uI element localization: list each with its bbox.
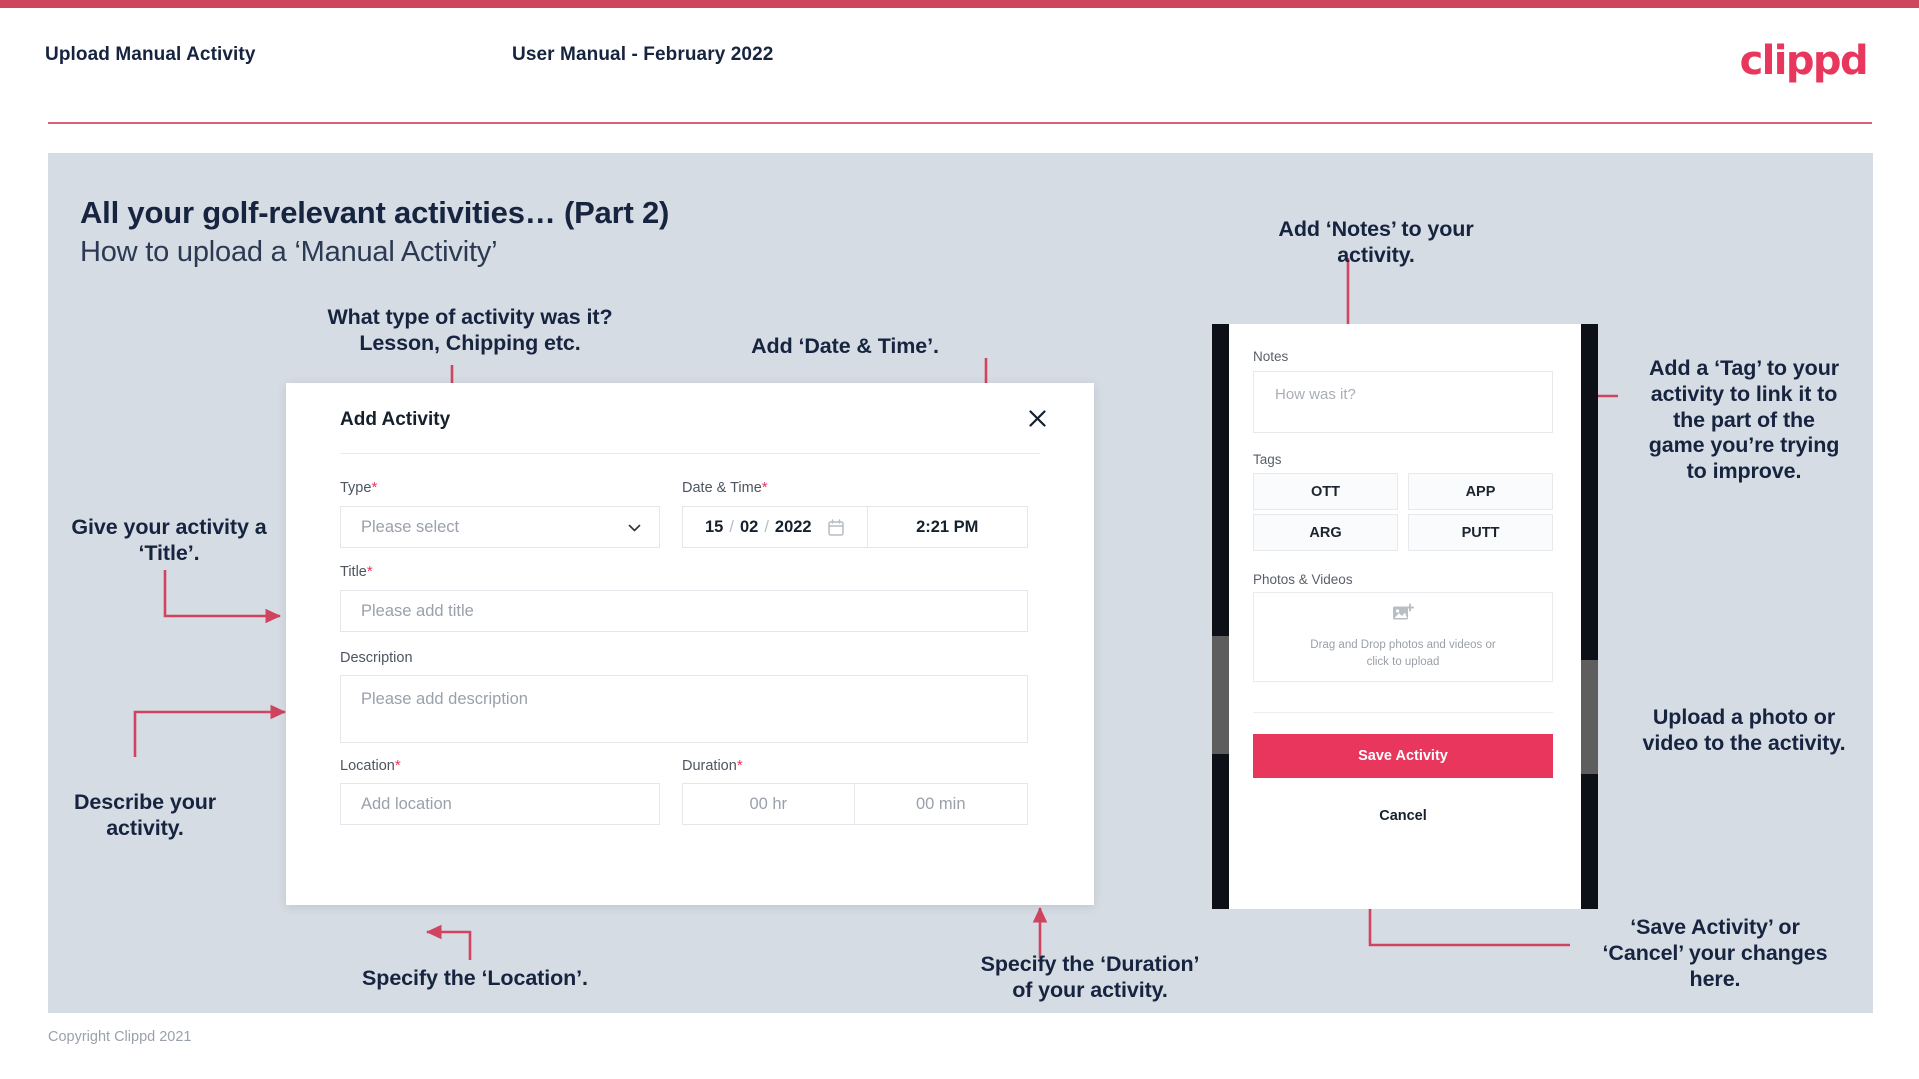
- datetime-field[interactable]: 15 / 02 / 2022 2:21 PM: [682, 506, 1028, 548]
- tag-putt-label: PUTT: [1461, 524, 1500, 541]
- annotation-tags: Add a ‘Tag’ to your activity to link it …: [1648, 356, 1840, 484]
- page-title: Upload Manual Activity: [45, 44, 256, 65]
- save-activity-label: Save Activity: [1358, 748, 1448, 764]
- cancel-label: Cancel: [1379, 808, 1427, 824]
- phone-bezel-right: [1581, 324, 1598, 909]
- location-label-text: Location: [340, 758, 395, 774]
- type-label-text: Type: [340, 480, 372, 496]
- annotation-upload: Upload a photo or video to the activity.: [1642, 705, 1846, 755]
- photos-label: Photos & Videos: [1253, 572, 1353, 587]
- description-label-text: Description: [340, 650, 413, 666]
- type-select-value: Please select: [361, 517, 460, 536]
- cancel-button[interactable]: Cancel: [1253, 796, 1553, 836]
- modal-header-divider: [340, 453, 1040, 454]
- datetime-label: Date & Time*: [682, 479, 768, 496]
- chevron-down-icon: [628, 521, 641, 534]
- duration-hours-value: 00 hr: [749, 794, 788, 813]
- date-sep-2: /: [764, 517, 769, 536]
- annotation-location: Specify the ‘Location’.: [362, 966, 588, 990]
- type-label: Type*: [340, 479, 377, 496]
- duration-label: Duration*: [682, 757, 743, 774]
- annotation-title: Give your activity a ‘Title’.: [71, 515, 267, 565]
- duration-minutes-value: 00 min: [915, 794, 966, 813]
- annotation-save-cancel: ‘Save Activity’ or ‘Cancel’ your changes…: [1602, 915, 1828, 991]
- calendar-icon[interactable]: [827, 518, 844, 536]
- upload-hint-line1: Drag and Drop photos and videos or: [1310, 638, 1496, 651]
- location-input[interactable]: [340, 783, 660, 825]
- clippd-logo: clippd: [1739, 38, 1869, 84]
- tag-app[interactable]: APP: [1408, 473, 1553, 510]
- tag-putt[interactable]: PUTT: [1408, 514, 1553, 551]
- top-accent-bar: [0, 0, 1919, 8]
- datetime-label-text: Date & Time: [682, 480, 762, 496]
- tag-app-label: APP: [1465, 483, 1496, 500]
- duration-label-text: Duration: [682, 758, 737, 774]
- annotation-description: Describe your activity.: [73, 790, 217, 840]
- photo-upload-dropzone[interactable]: Drag and Drop photos and videos or click…: [1253, 592, 1553, 682]
- time-value: 2:21 PM: [916, 517, 979, 536]
- slide-subheading: How to upload a ‘Manual Activity’: [80, 236, 498, 268]
- tag-arg[interactable]: ARG: [1253, 514, 1398, 551]
- header-divider: [48, 122, 1872, 124]
- title-input[interactable]: [340, 590, 1028, 632]
- title-label-text: Title: [340, 564, 367, 580]
- date-input[interactable]: 15 / 02 / 2022: [683, 507, 868, 547]
- add-activity-modal: Add Activity Type* Please select Date & …: [286, 383, 1094, 905]
- close-icon[interactable]: [1022, 403, 1052, 433]
- tag-arg-label: ARG: [1309, 524, 1342, 541]
- phone-button-left: [1212, 636, 1229, 754]
- annotation-duration: Specify the ‘Duration’ of your activity.: [980, 952, 1200, 1002]
- slide-page: Upload Manual Activity User Manual - Feb…: [0, 0, 1919, 1079]
- date-sep-1: /: [729, 517, 734, 536]
- notes-label: Notes: [1253, 349, 1289, 364]
- tag-ott[interactable]: OTT: [1253, 473, 1398, 510]
- annotation-type: What type of activity was it? Lesson, Ch…: [327, 305, 613, 355]
- phone-divider: [1253, 712, 1553, 713]
- description-textarea[interactable]: [340, 675, 1028, 743]
- tags-label: Tags: [1253, 452, 1282, 467]
- header-subtitle: User Manual - February 2022: [512, 44, 774, 65]
- footer-copyright: Copyright Clippd 2021: [48, 1029, 192, 1045]
- title-label: Title*: [340, 563, 373, 580]
- notes-placeholder: How was it?: [1275, 386, 1356, 403]
- tag-ott-label: OTT: [1311, 483, 1340, 500]
- phone-mockup: Notes How was it? Tags OTT APP ARG PUTT …: [1212, 324, 1598, 909]
- title-required-mark: *: [366, 563, 373, 580]
- phone-bezel-left: [1212, 324, 1229, 909]
- date-year: 2022: [774, 517, 812, 536]
- type-select[interactable]: Please select: [340, 506, 660, 548]
- location-required-mark: *: [394, 757, 401, 774]
- annotation-notes: Add ‘Notes’ to your activity.: [1278, 217, 1474, 267]
- duration-hours-input[interactable]: 00 hr: [683, 784, 855, 824]
- upload-hint: Drag and Drop photos and videos or click…: [1288, 637, 1518, 672]
- add-image-icon: [1392, 603, 1414, 628]
- modal-title: Add Activity: [340, 409, 451, 430]
- duration-field: 00 hr 00 min: [682, 783, 1028, 825]
- upload-hint-line2: click to upload: [1366, 656, 1440, 668]
- date-day: 15: [705, 517, 724, 536]
- phone-screen: Notes How was it? Tags OTT APP ARG PUTT …: [1229, 324, 1581, 909]
- time-input[interactable]: 2:21 PM: [868, 507, 1028, 547]
- date-month: 02: [739, 517, 759, 536]
- type-required-mark: *: [371, 479, 378, 496]
- slide-heading: All your golf-relevant activities… (Part…: [80, 195, 670, 230]
- description-label: Description: [340, 650, 413, 666]
- save-activity-button[interactable]: Save Activity: [1253, 734, 1553, 778]
- annotation-date-time: Add ‘Date & Time’.: [751, 334, 939, 358]
- datetime-required-mark: *: [761, 479, 768, 496]
- location-label: Location*: [340, 757, 401, 774]
- phone-button-right: [1581, 660, 1598, 774]
- duration-minutes-input[interactable]: 00 min: [855, 784, 1028, 824]
- duration-required-mark: *: [736, 757, 743, 774]
